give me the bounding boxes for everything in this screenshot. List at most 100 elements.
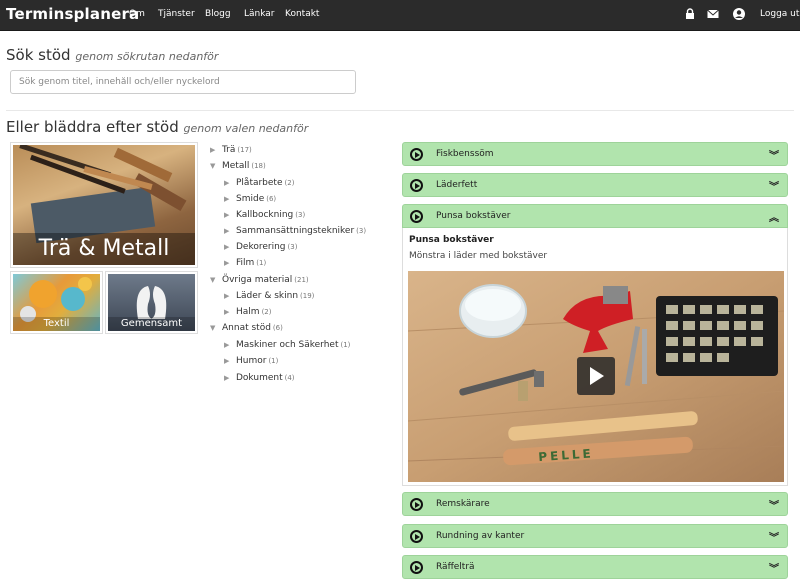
play-circle-icon (410, 210, 423, 223)
accordion-label: Läderfett (436, 180, 478, 190)
tile-textil-label: Textil (13, 317, 100, 331)
caret-right-icon: ▶ (224, 374, 230, 382)
tree-item-lader-skinn[interactable]: ▶ Läder & skinn (19) (224, 291, 314, 301)
tile-tra-metall-image: Trä & Metall (13, 145, 195, 265)
tree-item-annat-stod[interactable]: ▼ Annat stöd (6) (210, 323, 283, 333)
brand-logo[interactable]: Terminsplanera (6, 5, 139, 23)
video-play-button[interactable] (577, 357, 615, 395)
caret-right-icon: ▶ (224, 308, 230, 316)
browse-heading: Eller bläddra efter stöd genom valen ned… (6, 118, 308, 136)
caret-down-icon: ▼ (210, 162, 216, 170)
tree-label: Annat stöd (222, 323, 271, 333)
play-circle-icon (410, 530, 423, 543)
user-icon[interactable] (732, 7, 746, 21)
tree-label: Halm (236, 307, 260, 317)
tree-count: (6) (272, 324, 283, 332)
caret-down-icon: ▼ (210, 324, 216, 332)
chevron-double-down-icon: ︾ (769, 564, 779, 575)
logout-link[interactable]: Logga ut (760, 9, 799, 19)
play-circle-icon (410, 561, 423, 574)
tree-label: Smide (236, 194, 265, 204)
tree-item-dokument[interactable]: ▶ Dokument (4) (224, 373, 295, 383)
tree-count: (19) (300, 292, 315, 300)
envelope-icon[interactable] (706, 7, 720, 21)
tree-label: Humor (236, 356, 267, 366)
chevron-double-down-icon: ︾ (769, 151, 779, 162)
tree-item-smide[interactable]: ▶ Smide (6) (224, 194, 276, 204)
browse-subheading: genom valen nedanför (183, 122, 309, 135)
tree-item-humor[interactable]: ▶ Humor (1) (224, 356, 278, 366)
accordion-raffeltra[interactable]: Räffelträ ︾ (402, 555, 788, 579)
search-heading: Sök stöd genom sökrutan nedanför (6, 46, 218, 64)
caret-right-icon: ▶ (224, 195, 230, 203)
tile-gemensamt-label: Gemensamt (108, 317, 195, 331)
play-circle-icon (410, 148, 423, 161)
browse-heading-main: Eller bläddra efter stöd (6, 118, 179, 136)
lock-icon[interactable] (683, 7, 697, 21)
accordion-label: Punsa bokstäver (436, 211, 511, 221)
navbar: Terminsplanera Om Tjänster Blogg Länkar … (0, 0, 800, 31)
tree-count: (6) (266, 195, 277, 203)
play-circle-icon (410, 179, 423, 192)
tree-item-ovriga-material[interactable]: ▼ Övriga material (21) (210, 275, 309, 285)
tree-item-maskiner-sakerhet[interactable]: ▶ Maskiner och Säkerhet (1) (224, 340, 350, 350)
accordion-laderfett[interactable]: Läderfett ︾ (402, 173, 788, 197)
caret-right-icon: ▶ (210, 146, 216, 154)
accordion-punsa-bokstaver[interactable]: Punsa bokstäver ︽ (402, 204, 788, 228)
tree-label: Plåtarbete (236, 178, 283, 188)
tree-label: Sammansättningstekniker (236, 226, 355, 236)
tree-label: Maskiner och Säkerhet (236, 340, 339, 350)
tile-tra-metall-label: Trä & Metall (13, 233, 195, 265)
tree-count: (17) (237, 146, 252, 154)
tree-count: (21) (294, 276, 309, 284)
caret-right-icon: ▶ (224, 259, 230, 267)
tree-item-platarbete[interactable]: ▶ Plåtarbete (2) (224, 178, 294, 188)
tree-count: (3) (356, 227, 367, 235)
video-player[interactable]: PELLE (408, 271, 784, 482)
tree-count: (1) (268, 357, 279, 365)
divider (6, 110, 794, 111)
panel-description: Mönstra i läder med bokstäver (409, 251, 548, 261)
caret-right-icon: ▶ (224, 179, 230, 187)
tile-gemensamt[interactable]: Gemensamt (105, 271, 198, 334)
tree-count: (2) (284, 179, 295, 187)
nav-link-tjanster[interactable]: Tjänster (158, 9, 195, 19)
caret-right-icon: ▶ (224, 243, 230, 251)
tree-item-metall[interactable]: ▼ Metall (18) (210, 161, 266, 171)
tree-count: (2) (261, 308, 272, 316)
nav-link-om[interactable]: Om (129, 9, 145, 19)
caret-down-icon: ▼ (210, 276, 216, 284)
tree-item-tra[interactable]: ▶ Trä (17) (210, 145, 252, 155)
tree-item-dekorering[interactable]: ▶ Dekorering (3) (224, 242, 297, 252)
tree-count: (4) (284, 374, 295, 382)
nav-link-blogg[interactable]: Blogg (205, 9, 231, 19)
chevron-double-down-icon: ︾ (769, 182, 779, 193)
tree-count: (3) (295, 211, 306, 219)
tree-item-halm[interactable]: ▶ Halm (2) (224, 307, 271, 317)
nav-link-kontakt[interactable]: Kontakt (285, 9, 319, 19)
caret-right-icon: ▶ (224, 341, 230, 349)
tree-item-sammansattningstekniker[interactable]: ▶ Sammansättningstekniker (3) (224, 226, 366, 236)
accordion-remskarare[interactable]: Remskärare ︾ (402, 492, 788, 516)
play-circle-icon (410, 498, 423, 511)
search-heading-main: Sök stöd (6, 46, 71, 64)
tree-item-film[interactable]: ▶ Film (1) (224, 258, 266, 268)
tree-count: (18) (251, 162, 266, 170)
tree-label: Läder & skinn (236, 291, 299, 301)
tree-count: (1) (256, 259, 267, 267)
tile-textil[interactable]: Textil (10, 271, 103, 334)
chevron-double-up-icon: ︽ (769, 213, 779, 224)
tree-count: (1) (340, 341, 351, 349)
accordion-rundning-av-kanter[interactable]: Rundning av kanter ︾ (402, 524, 788, 548)
accordion-label: Räffelträ (436, 562, 475, 572)
accordion-label: Remskärare (436, 499, 490, 509)
accordion-fiskbenssom[interactable]: Fiskbenssöm ︾ (402, 142, 788, 166)
tree-label: Dokument (236, 373, 283, 383)
panel-title: Punsa bokstäver (409, 235, 494, 245)
nav-link-lankar[interactable]: Länkar (244, 9, 275, 19)
caret-right-icon: ▶ (224, 227, 230, 235)
search-input[interactable] (10, 70, 356, 94)
tile-tra-metall[interactable]: Trä & Metall (10, 142, 198, 268)
tree-item-kallbockning[interactable]: ▶ Kallbockning (3) (224, 210, 305, 220)
tree-label: Trä (222, 145, 236, 155)
